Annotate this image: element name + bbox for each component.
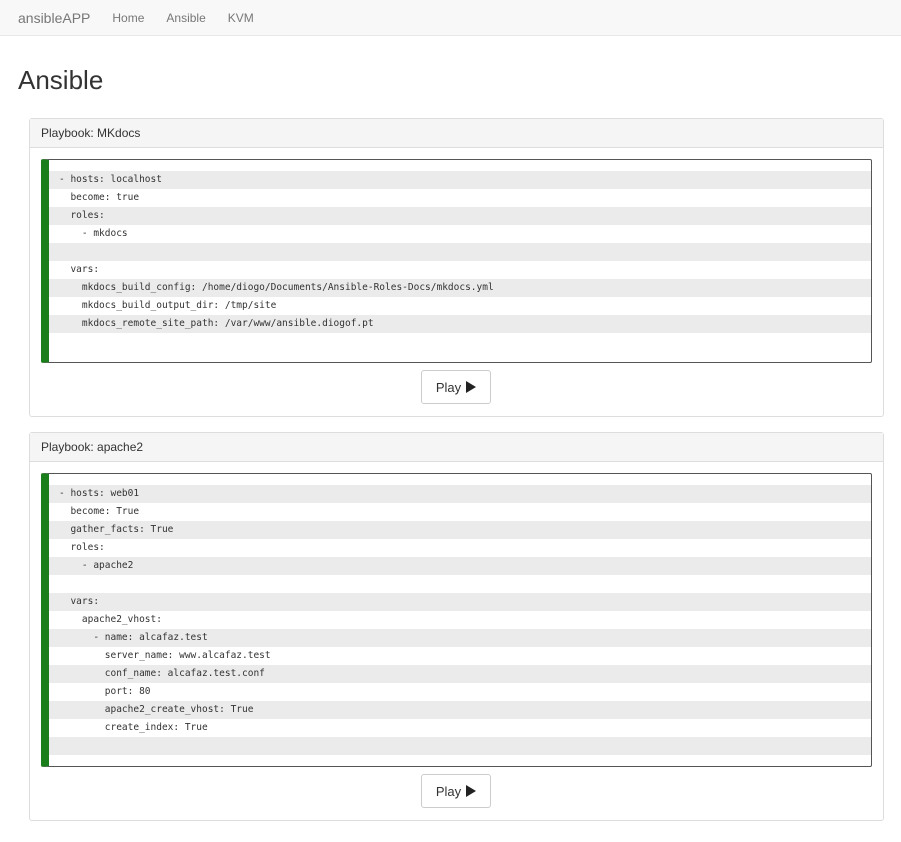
play-icon <box>466 785 477 797</box>
nav-link-kvm[interactable]: KVM <box>228 11 254 25</box>
code-line: conf_name: alcafaz.test.conf <box>49 665 871 683</box>
page-title: Ansible <box>18 65 104 95</box>
nav-link-home[interactable]: Home <box>112 11 144 25</box>
playbook-panel-apache2: Playbook: apache2 - hosts: web01 become:… <box>29 432 884 821</box>
code-line <box>49 243 871 261</box>
playbook-heading: Playbook: apache2 <box>30 433 883 462</box>
code-line: mkdocs_build_config: /home/diogo/Documen… <box>49 279 871 297</box>
code-line: roles: <box>49 207 871 225</box>
code-line: become: true <box>49 189 871 207</box>
playbook-code-block: - hosts: web01 become: True gather_facts… <box>41 473 872 767</box>
code-line <box>49 737 871 755</box>
code-line: gather_facts: True <box>49 521 871 539</box>
play-icon <box>466 381 477 393</box>
code-line: - hosts: localhost <box>49 171 871 189</box>
code-line <box>49 333 871 351</box>
play-button-label: Play <box>435 379 462 395</box>
playbook-code-block: - hosts: localhost become: true roles: -… <box>41 159 872 363</box>
code-line: create_index: True <box>49 719 871 737</box>
code-line: vars: <box>49 261 871 279</box>
code-line: server_name: www.alcafaz.test <box>49 647 871 665</box>
nav-link-ansible[interactable]: Ansible <box>166 11 205 25</box>
code-line: mkdocs_build_output_dir: /tmp/site <box>49 297 871 315</box>
navbar: ansibleAPP Home Ansible KVM <box>0 0 901 36</box>
code-line: apache2_vhost: <box>49 611 871 629</box>
code-line: mkdocs_remote_site_path: /var/www/ansibl… <box>49 315 871 333</box>
play-button-apache2[interactable]: Play <box>421 774 491 808</box>
code-line: - name: alcafaz.test <box>49 629 871 647</box>
code-line: - hosts: web01 <box>49 485 871 503</box>
code-line: roles: <box>49 539 871 557</box>
playbook-heading: Playbook: MKdocs <box>30 119 883 148</box>
code-line <box>49 575 871 593</box>
code-line: become: True <box>49 503 871 521</box>
code-line: port: 80 <box>49 683 871 701</box>
playbook-panel-mkdocs: Playbook: MKdocs - hosts: localhost beco… <box>29 118 884 417</box>
code-line: - mkdocs <box>49 225 871 243</box>
play-button-label: Play <box>435 783 462 799</box>
code-line: - apache2 <box>49 557 871 575</box>
code-line: vars: <box>49 593 871 611</box>
play-button-mkdocs[interactable]: Play <box>421 370 491 404</box>
navbar-brand[interactable]: ansibleAPP <box>18 10 90 26</box>
code-line: apache2_create_vhost: True <box>49 701 871 719</box>
